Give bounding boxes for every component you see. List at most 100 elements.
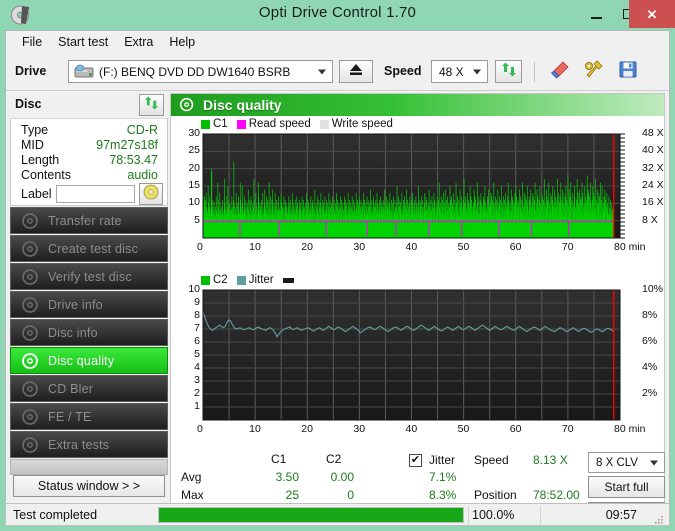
disc-icon <box>21 436 40 455</box>
y-axis-tick-right: 2% <box>642 387 658 399</box>
nav-list: Transfer rate Create test disc Verify te… <box>10 207 168 475</box>
status-divider <box>540 506 541 524</box>
y-axis-tick-left: 5 <box>194 213 200 226</box>
disc-row-contents-key: Contents <box>21 168 72 182</box>
sidebar-item-label: Create test disc <box>48 241 139 256</box>
clv-select-value: 8 X CLV <box>596 456 638 469</box>
disc-row-length-key: Length <box>21 153 60 167</box>
disc-label-button[interactable] <box>139 183 163 205</box>
disc-icon <box>21 380 40 399</box>
legend-item-write-speed: Write speed <box>319 118 393 130</box>
save-button[interactable] <box>614 59 641 84</box>
close-icon: ✕ <box>646 6 658 22</box>
sidebar-item-transfer-rate[interactable]: Transfer rate <box>10 207 168 234</box>
refresh-button[interactable] <box>495 60 522 83</box>
disc-label-key: Label <box>21 187 52 201</box>
sidebar-item-extra-tests[interactable]: Extra tests <box>10 431 168 458</box>
drive-select-value: (F:) BENQ DVD DD DW1640 BSRB <box>99 64 291 79</box>
x-axis-tick: 0 <box>197 241 203 253</box>
menu-start-test[interactable]: Start test <box>50 33 116 51</box>
y-axis-tick-right: 6% <box>642 335 658 347</box>
disc-info-box: Type CD-R MID 97m27s18f Length 78:53.47 … <box>10 118 168 206</box>
disc-row-length-value: 78:53.47 <box>109 153 158 167</box>
sidebar-item-create-test-disc[interactable]: Create test disc <box>10 235 168 262</box>
speed-stat-label: Speed <box>474 453 509 467</box>
speed-select[interactable]: 48 X <box>431 60 488 83</box>
y-axis-tick-left: 9 <box>194 296 200 308</box>
drive-label: Drive <box>15 64 47 78</box>
eject-button[interactable] <box>339 60 373 83</box>
y-axis-tick-right: 8 X <box>642 213 658 226</box>
speed-label: Speed <box>384 64 422 78</box>
sidebar-item-label: Drive info <box>48 297 103 312</box>
sidebar-item-disc-quality[interactable]: Disc quality <box>10 347 168 374</box>
progress-bar <box>158 507 464 523</box>
menu-extra[interactable]: Extra <box>116 33 161 51</box>
menu-file[interactable]: File <box>14 33 50 51</box>
chevron-down-icon <box>473 69 481 74</box>
disc-label-input[interactable] <box>56 185 135 203</box>
disc-row-contents-value: audio <box>127 168 158 182</box>
y-axis-tick-right: 40 X <box>642 144 664 157</box>
stats-c2-avg: 0.00 <box>330 470 354 484</box>
disc-icon <box>21 408 40 427</box>
drive-icon <box>21 296 40 315</box>
menu-help[interactable]: Help <box>161 33 203 51</box>
disc-quality-banner: Disc quality <box>171 94 664 116</box>
legend-item-extra <box>282 277 297 283</box>
sidebar-item-verify-test-disc[interactable]: Verify test disc <box>10 263 168 290</box>
disc-quality-icon <box>179 97 195 113</box>
stats-header-c2: C2 <box>326 452 342 466</box>
sidebar-item-disc-info[interactable]: Disc info <box>10 319 168 346</box>
jitter-chart: 10 9 8 7 6 5 4 3 2 1 10% 8% 6% 4% 2% 0 10 20 30 40 50 60 70 80 … <box>171 283 664 446</box>
disc-row-type-value: CD-R <box>126 123 158 137</box>
sidebar-item-label: Extra tests <box>48 437 110 452</box>
x-axis-tick: 50 <box>457 241 470 253</box>
start-full-button[interactable]: Start full <box>588 476 665 498</box>
disc-refresh-button[interactable] <box>139 94 164 116</box>
drive-select[interactable]: (F:) BENQ DVD DD DW1640 BSRB <box>68 60 333 83</box>
legend-label: Write speed <box>331 118 393 130</box>
cd-icon <box>143 184 159 205</box>
y-axis-tick-right: 10% <box>642 283 664 295</box>
x-axis-tick: 80 min <box>614 241 646 253</box>
stats-row-max-label: Max <box>181 488 204 502</box>
legend-item-c1: C1 <box>201 118 228 130</box>
legend-item-jitter: Jitter <box>236 274 274 286</box>
minimize-button[interactable] <box>581 0 612 28</box>
drive-toolbar: Drive (F:) BENQ DVD DD DW1640 BSRB Speed… <box>6 53 669 91</box>
x-axis-tick: 20 <box>301 241 313 253</box>
close-button[interactable]: ✕ <box>629 0 675 28</box>
x-axis-tick: 40 <box>405 423 418 435</box>
tools-button[interactable] <box>580 59 607 84</box>
disc-write-icon <box>21 240 40 259</box>
sidebar-item-drive-info[interactable]: Drive info <box>10 291 168 318</box>
sidebar-item-fe-te[interactable]: FE / TE <box>10 403 168 430</box>
x-axis-tick: 40 <box>405 241 418 253</box>
y-axis-tick-left: 6 <box>194 335 200 347</box>
jitter-label: Jitter <box>429 453 456 467</box>
sidebar-item-label: CD Bler <box>48 381 94 396</box>
y-axis-tick-left: 8 <box>194 309 200 321</box>
x-axis-tick: 60 <box>509 241 522 253</box>
y-axis-tick-left: 20 <box>188 161 200 174</box>
menu-bar: File Start test Extra Help <box>6 31 669 53</box>
clv-select[interactable]: 8 X CLV <box>588 452 665 473</box>
chevron-down-icon <box>650 460 658 465</box>
legend-label: C1 <box>213 118 228 130</box>
sidebar-item-cd-bler[interactable]: CD Bler <box>10 375 168 402</box>
elapsed-time: 09:57 <box>605 508 637 522</box>
x-axis-tick: 70 <box>561 241 574 253</box>
y-axis-tick-right: 8% <box>642 309 658 321</box>
c1-chart: 30 25 20 15 10 5 48 X 40 X 32 X 24 X 16 X 8 X 0 10 20 3… <box>171 127 664 256</box>
c1-chart-legend: C1 Read speed Write speed <box>201 118 402 130</box>
y-axis-tick-left: 3 <box>194 374 200 386</box>
status-divider <box>468 506 469 524</box>
refresh-icon <box>501 62 517 82</box>
jitter-checkbox[interactable]: ✔ <box>409 454 422 467</box>
legend-label: C2 <box>213 274 228 286</box>
status-window-button[interactable]: Status window > > <box>13 475 165 497</box>
erase-button[interactable] <box>546 59 573 84</box>
title-bar: Opti Drive Control 1.70 ✕ <box>0 0 675 30</box>
x-axis-tick: 70 <box>561 423 574 435</box>
